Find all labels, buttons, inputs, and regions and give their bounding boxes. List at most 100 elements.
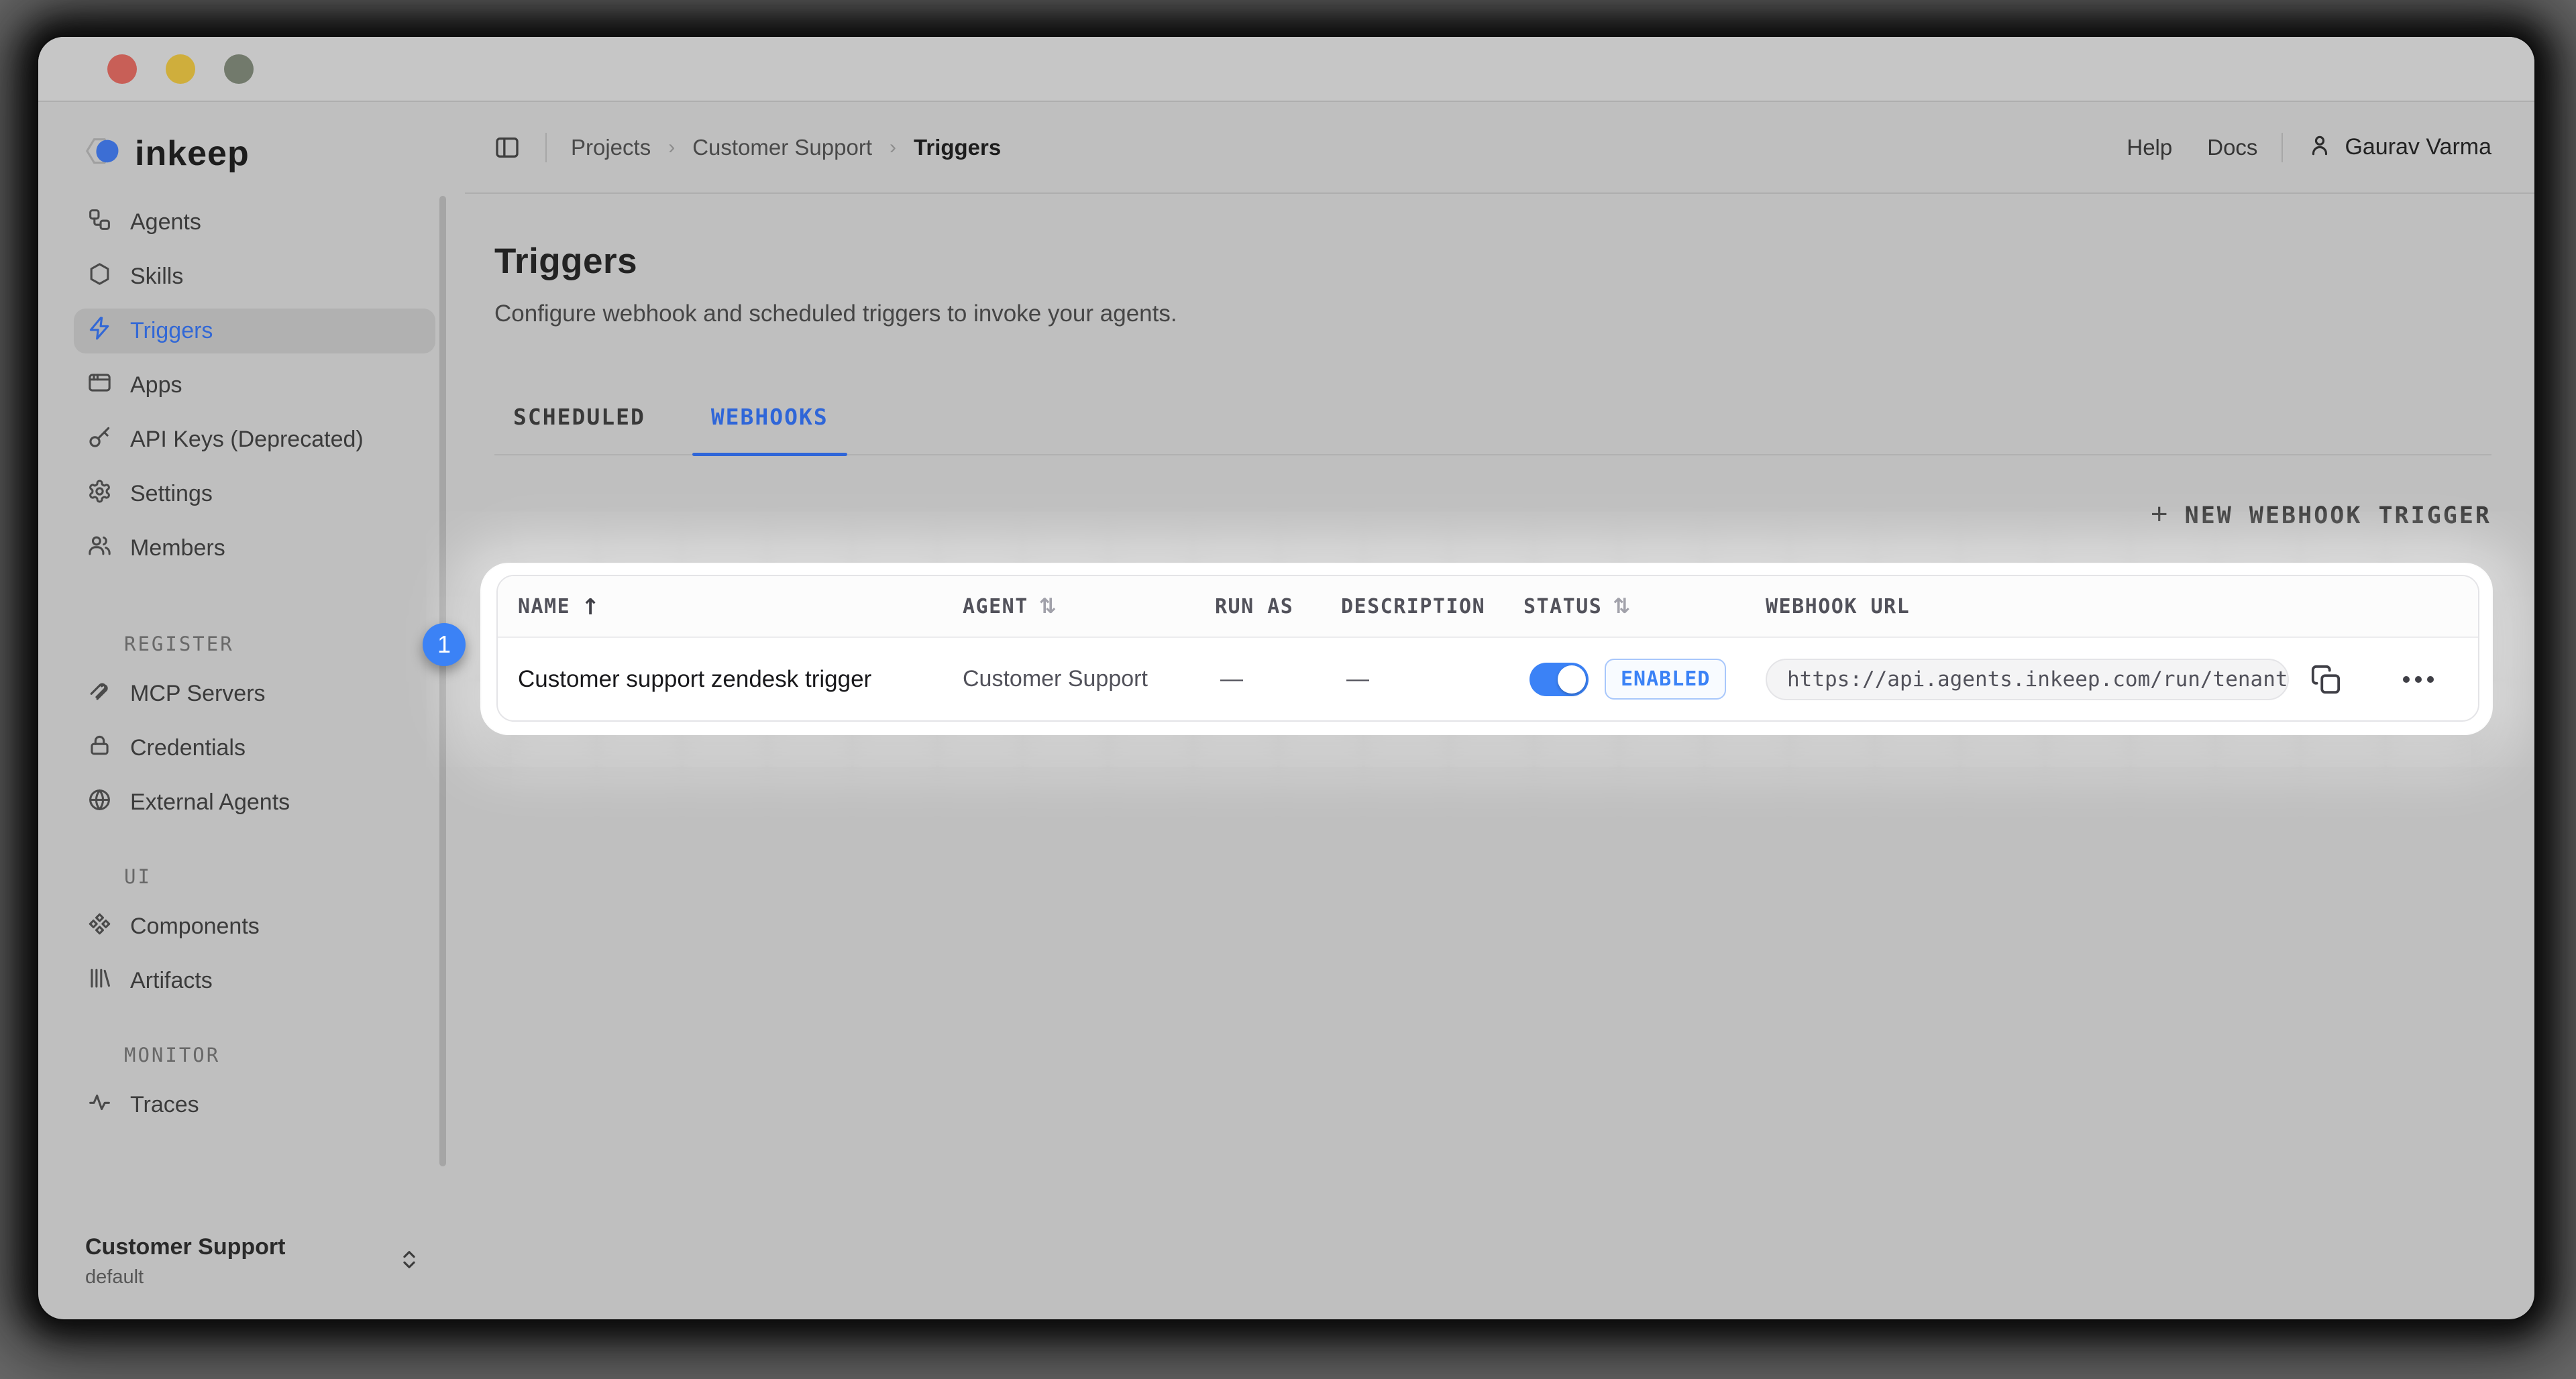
plus-icon: +	[2151, 498, 2170, 531]
table-row[interactable]: Customer support zendesk trigger Custome…	[498, 638, 2478, 720]
sidebar-item-label: External Agents	[130, 789, 290, 816]
toolbar: + NEW WEBHOOK TRIGGER	[494, 497, 2491, 535]
column-header-agent[interactable]: AGENT⇅	[963, 594, 1215, 618]
page-description: Configure webhook and scheduled triggers…	[494, 300, 2491, 327]
titlebar	[38, 37, 2534, 102]
trigger-webhook-url-cell: https://api.agents.inkeep.com/run/tenant…	[1746, 659, 2478, 700]
tab-bar: SCHEDULED WEBHOOKS	[494, 401, 2491, 455]
hexagon-icon	[87, 262, 112, 292]
zoom-window-button[interactable]	[224, 54, 254, 84]
page-title: Triggers	[494, 241, 2491, 282]
lock-icon	[87, 733, 112, 764]
sidebar-item-label: Triggers	[130, 318, 213, 344]
sidebar-item-label: Settings	[130, 481, 213, 507]
sidebar-item-label: API Keys (Deprecated)	[130, 427, 364, 453]
sidebar-item-label: Traces	[130, 1092, 199, 1118]
trigger-run-as-cell: —	[1215, 666, 1341, 692]
project-switcher[interactable]: Customer Support default	[85, 1234, 438, 1288]
gear-icon	[87, 479, 112, 510]
sidebar-item-label: Apps	[130, 372, 182, 398]
sidebar-item-label: Components	[130, 914, 260, 940]
chevron-right-icon: ›	[890, 136, 896, 159]
sidebar-item-apps[interactable]: Apps	[74, 363, 435, 408]
breadcrumb-item[interactable]: Triggers	[914, 135, 1001, 160]
sidebar-item-settings[interactable]: Settings	[74, 472, 435, 516]
zap-icon	[87, 316, 112, 347]
trigger-agent-cell: Customer Support	[963, 666, 1215, 692]
sidebar-toggle-button[interactable]	[493, 134, 521, 161]
app-window: inkeep Agents Skills Triggers Apps API Keys …	[38, 37, 2534, 1319]
logo-wordmark: inkeep	[135, 133, 250, 174]
webhook-url-field[interactable]: https://api.agents.inkeep.com/run/tenant…	[1766, 659, 2289, 700]
users-icon	[87, 533, 112, 564]
sidebar-item-artifacts[interactable]: Artifacts	[74, 958, 435, 1003]
user-menu[interactable]: Gaurav Varma	[2307, 133, 2491, 162]
breadcrumb-item[interactable]: Customer Support	[692, 135, 872, 160]
annotation-step-badge: 1	[423, 623, 466, 666]
sidebar-item-members[interactable]: Members	[74, 526, 435, 571]
close-window-button[interactable]	[107, 54, 137, 84]
sidebar-item-credentials[interactable]: Credentials	[74, 726, 435, 771]
project-name: Customer Support	[85, 1234, 398, 1260]
sort-ascending-icon: ↑	[581, 594, 600, 620]
inkeep-logo[interactable]: inkeep	[81, 133, 465, 174]
library-icon	[87, 966, 112, 997]
sidebar-item-triggers[interactable]: Triggers	[74, 309, 435, 353]
sidebar-item-label: Skills	[130, 264, 183, 290]
trigger-name-cell: Customer support zendesk trigger	[498, 666, 963, 693]
trigger-description-cell: —	[1341, 666, 1523, 692]
section-label-monitor: MONITOR	[124, 1044, 435, 1066]
header-divider	[545, 133, 547, 162]
row-actions-menu-button[interactable]	[2396, 669, 2440, 690]
sidebar-item-agents[interactable]: Agents	[74, 200, 435, 245]
mcp-icon	[87, 679, 112, 710]
new-webhook-trigger-button[interactable]: + NEW WEBHOOK TRIGGER	[2151, 497, 2491, 535]
sidebar-item-label: Members	[130, 535, 225, 561]
workflow-icon	[87, 207, 112, 238]
chevron-right-icon: ›	[668, 136, 675, 159]
column-header-description: DESCRIPTION	[1341, 595, 1523, 618]
column-header-status[interactable]: STATUS⇅	[1523, 594, 1746, 618]
sidebar: inkeep Agents Skills Triggers Apps API Keys …	[38, 102, 465, 1318]
user-name: Gaurav Varma	[2345, 134, 2491, 160]
sidebar-item-label: Credentials	[130, 735, 246, 761]
tab-scheduled[interactable]: SCHEDULED	[494, 401, 664, 454]
project-environment: default	[85, 1266, 398, 1288]
column-header-run-as: RUN AS	[1215, 595, 1341, 618]
sidebar-scrollbar[interactable]	[439, 196, 446, 1166]
status-toggle[interactable]	[1529, 663, 1589, 696]
help-link[interactable]: Help	[2127, 135, 2172, 160]
inkeep-logo-icon	[81, 133, 125, 174]
trigger-status-cell: ENABLED	[1523, 659, 1746, 700]
app-window-icon	[87, 370, 112, 401]
components-icon	[87, 912, 112, 942]
sidebar-item-traces[interactable]: Traces	[74, 1083, 435, 1127]
minimize-window-button[interactable]	[166, 54, 195, 84]
tab-webhooks[interactable]: WEBHOOKS	[692, 401, 847, 454]
sidebar-item-external-agents[interactable]: External Agents	[74, 780, 435, 825]
section-label-ui: UI	[124, 865, 435, 888]
triggers-table-card: 1 NAME↑AGENT⇅RUN ASDESCRIPTIONSTATUS⇅WEB…	[482, 564, 2491, 734]
user-icon	[2307, 133, 2332, 162]
sidebar-nav: Agents Skills Triggers Apps API Keys (Deprec…	[38, 200, 465, 1127]
key-icon	[87, 425, 112, 455]
table-header-row: NAME↑AGENT⇅RUN ASDESCRIPTIONSTATUS⇅WEBHO…	[498, 576, 2478, 638]
column-header-name[interactable]: NAME↑	[498, 594, 963, 620]
header-divider	[2282, 133, 2283, 162]
status-badge: ENABLED	[1605, 659, 1726, 700]
sidebar-item-components[interactable]: Components	[74, 904, 435, 949]
sidebar-item-label: Artifacts	[130, 968, 213, 994]
sidebar-item-mcp-servers[interactable]: MCP Servers	[74, 671, 435, 716]
section-label-register: REGISTER	[124, 632, 435, 655]
sort-icon: ⇅	[1613, 594, 1631, 618]
breadcrumb-item[interactable]: Projects	[571, 135, 651, 160]
sidebar-item-api-keys-deprecated[interactable]: API Keys (Deprecated)	[74, 417, 435, 462]
sidebar-item-skills[interactable]: Skills	[74, 254, 435, 299]
globe-icon	[87, 787, 112, 818]
app-header: Projects›Customer Support›Triggers Help …	[465, 102, 2534, 194]
breadcrumb: Projects › Customer Support › Triggers	[571, 135, 1001, 160]
docs-link[interactable]: Docs	[2207, 135, 2257, 160]
copy-icon[interactable]	[2310, 664, 2341, 695]
activity-icon	[87, 1090, 112, 1121]
column-header-webhook-url: WEBHOOK URL	[1746, 595, 2478, 618]
